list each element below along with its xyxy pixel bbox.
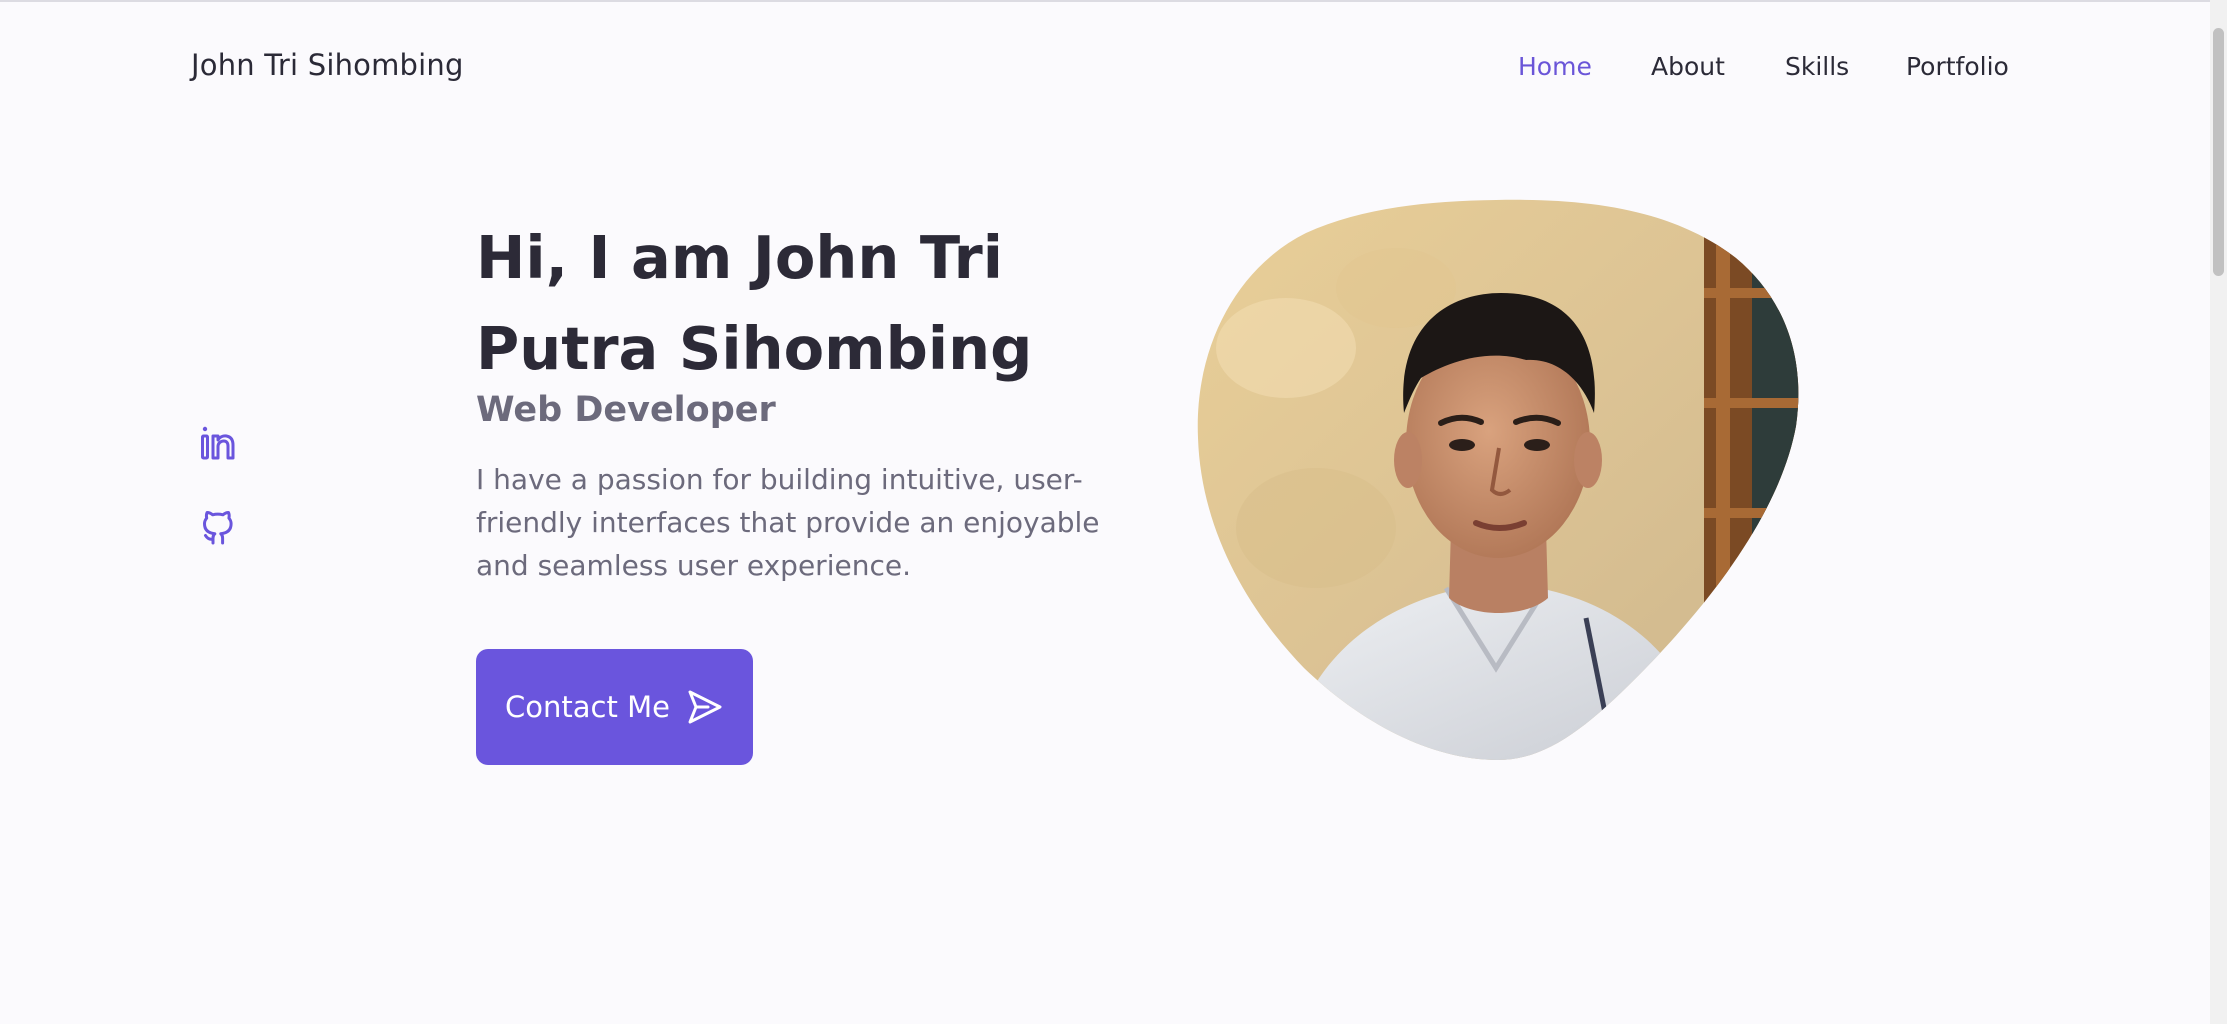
send-icon [688, 690, 722, 724]
contact-me-button[interactable]: Contact Me [476, 649, 753, 765]
profile-photo [1196, 198, 1800, 762]
social-links [199, 424, 239, 546]
github-link[interactable] [199, 508, 239, 546]
hero-subtitle: Web Developer [476, 390, 776, 430]
nav-item-home[interactable]: Home [1518, 52, 1592, 81]
nav-item-skills[interactable]: Skills [1785, 52, 1849, 81]
site-logo[interactable]: John Tri Sihombing [191, 48, 464, 82]
linkedin-link[interactable] [199, 424, 239, 462]
site-header: John Tri Sihombing Home About Skills Por… [0, 0, 2210, 140]
linkedin-icon [201, 426, 235, 460]
hero-title: Hi, I am John Tri Putra Sihombing [476, 223, 1033, 383]
nav-item-about[interactable]: About [1651, 52, 1725, 81]
hero-description: I have a passion for building intuitive,… [476, 463, 1100, 582]
scrollbar-thumb[interactable] [2213, 28, 2224, 276]
vertical-scrollbar[interactable] [2210, 0, 2227, 1024]
page: John Tri Sihombing Home About Skills Por… [0, 0, 2227, 1024]
github-icon [203, 511, 233, 545]
profile-photo-blob [1197, 199, 1799, 760]
contact-me-label: Contact Me [505, 690, 670, 724]
nav-item-portfolio[interactable]: Portfolio [1906, 52, 2009, 81]
